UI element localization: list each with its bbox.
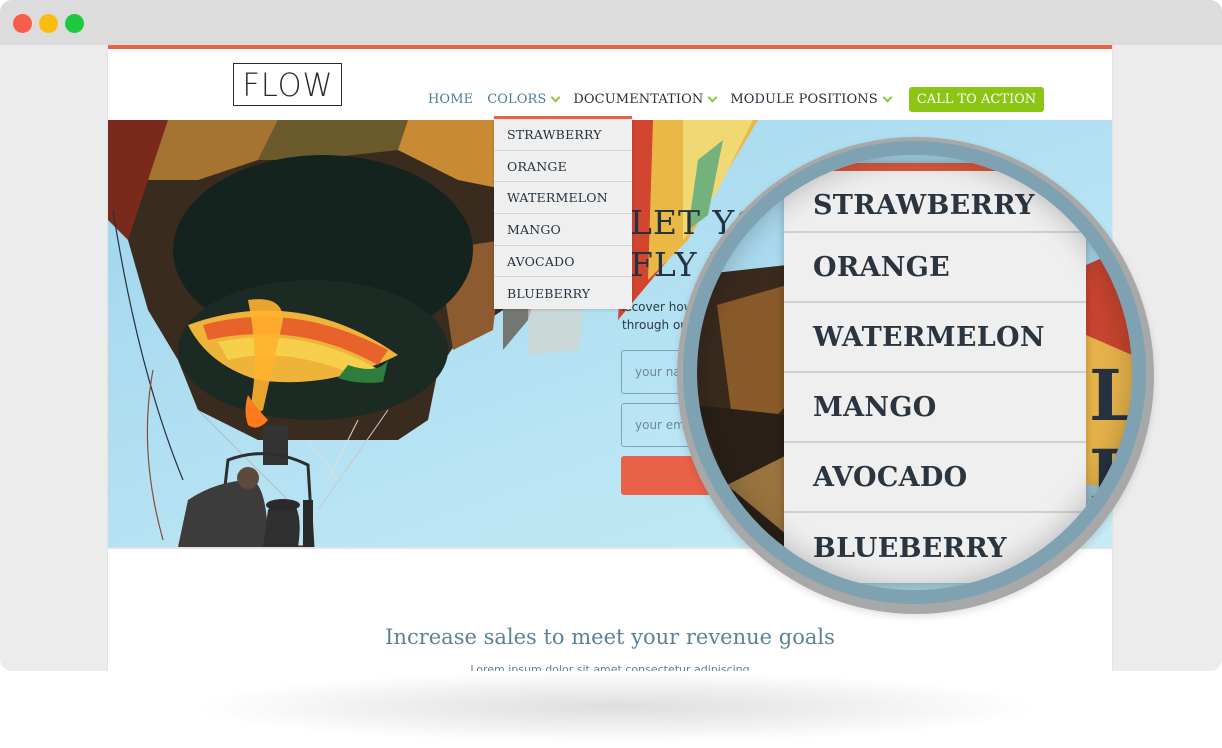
magnified-item-blueberry: BLUEBERRY	[813, 532, 1007, 564]
section-subtitle: Lorem ipsum dolor sit amet consectetur a…	[470, 663, 750, 671]
nav-item-home[interactable]: HOME	[428, 92, 473, 107]
close-window-button[interactable]	[13, 14, 32, 33]
magnified-item-orange: ORANGE	[784, 233, 1086, 303]
nav-item-label: COLORS	[487, 91, 547, 107]
accent-top-bar	[108, 45, 1112, 49]
chevron-down-icon	[550, 92, 561, 102]
nav-item-documentation[interactable]: DOCUMENTATION	[573, 91, 718, 107]
magnifier-lens: L F STRAWBERRY ORANGE WATERMELON MANGO A…	[697, 155, 1132, 590]
dropdown-item-watermelon[interactable]: WATERMELON	[494, 182, 632, 215]
magnifier-callout: L F STRAWBERRY ORANGE WATERMELON MANGO A…	[677, 137, 1154, 614]
window-drop-shadow	[200, 672, 1030, 742]
dropdown-item-blueberry[interactable]: BLUEBERRY	[494, 277, 632, 309]
svg-text:F: F	[1089, 434, 1132, 517]
section-title: Increase sales to meet your revenue goal…	[385, 625, 835, 649]
magnified-item-mango: MANGO	[784, 373, 1086, 443]
magnifier-ring: L F STRAWBERRY ORANGE WATERMELON MANGO A…	[683, 141, 1146, 604]
nav-item-label: HOME	[428, 91, 474, 107]
colors-dropdown-menu: STRAWBERRY ORANGE WATERMELON MANGO AVOCA…	[494, 116, 632, 310]
title-bar	[0, 0, 1222, 45]
logo-text: FLOW	[241, 65, 334, 104]
svg-text:L: L	[1089, 354, 1132, 437]
site-logo[interactable]: FLOW	[233, 63, 342, 106]
magnified-dropdown-menu: STRAWBERRY ORANGE WATERMELON MANGO AVOCA…	[784, 163, 1086, 583]
chevron-down-icon	[707, 92, 718, 102]
maximize-window-button[interactable]	[65, 14, 84, 33]
magnified-item-watermelon: WATERMELON	[784, 303, 1086, 373]
magnified-item-strawberry: STRAWBERRY	[784, 171, 1086, 233]
main-navigation: HOME COLORS DOCUMENTATION MODULE POSITIO…	[428, 86, 1045, 112]
minimize-window-button[interactable]	[39, 14, 58, 33]
magnified-item-avocado: AVOCADO	[784, 443, 1086, 513]
nav-item-label: MODULE POSITIONS	[730, 91, 878, 107]
dropdown-item-avocado[interactable]: AVOCADO	[494, 246, 632, 278]
call-to-action-button[interactable]: CALL TO ACTION	[908, 86, 1045, 112]
nav-item-module-positions[interactable]: MODULE POSITIONS	[730, 91, 893, 107]
dropdown-item-orange[interactable]: ORANGE	[494, 151, 632, 183]
chevron-down-icon	[882, 92, 893, 102]
nav-item-label: DOCUMENTATION	[573, 91, 704, 107]
nav-item-colors[interactable]: COLORS	[487, 91, 561, 107]
dropdown-item-mango[interactable]: MANGO	[494, 214, 632, 246]
dropdown-item-strawberry[interactable]: STRAWBERRY	[494, 119, 632, 151]
browser-window: FLOW HOME COLORS DOCUMENTATION MODULE PO…	[0, 0, 1222, 671]
